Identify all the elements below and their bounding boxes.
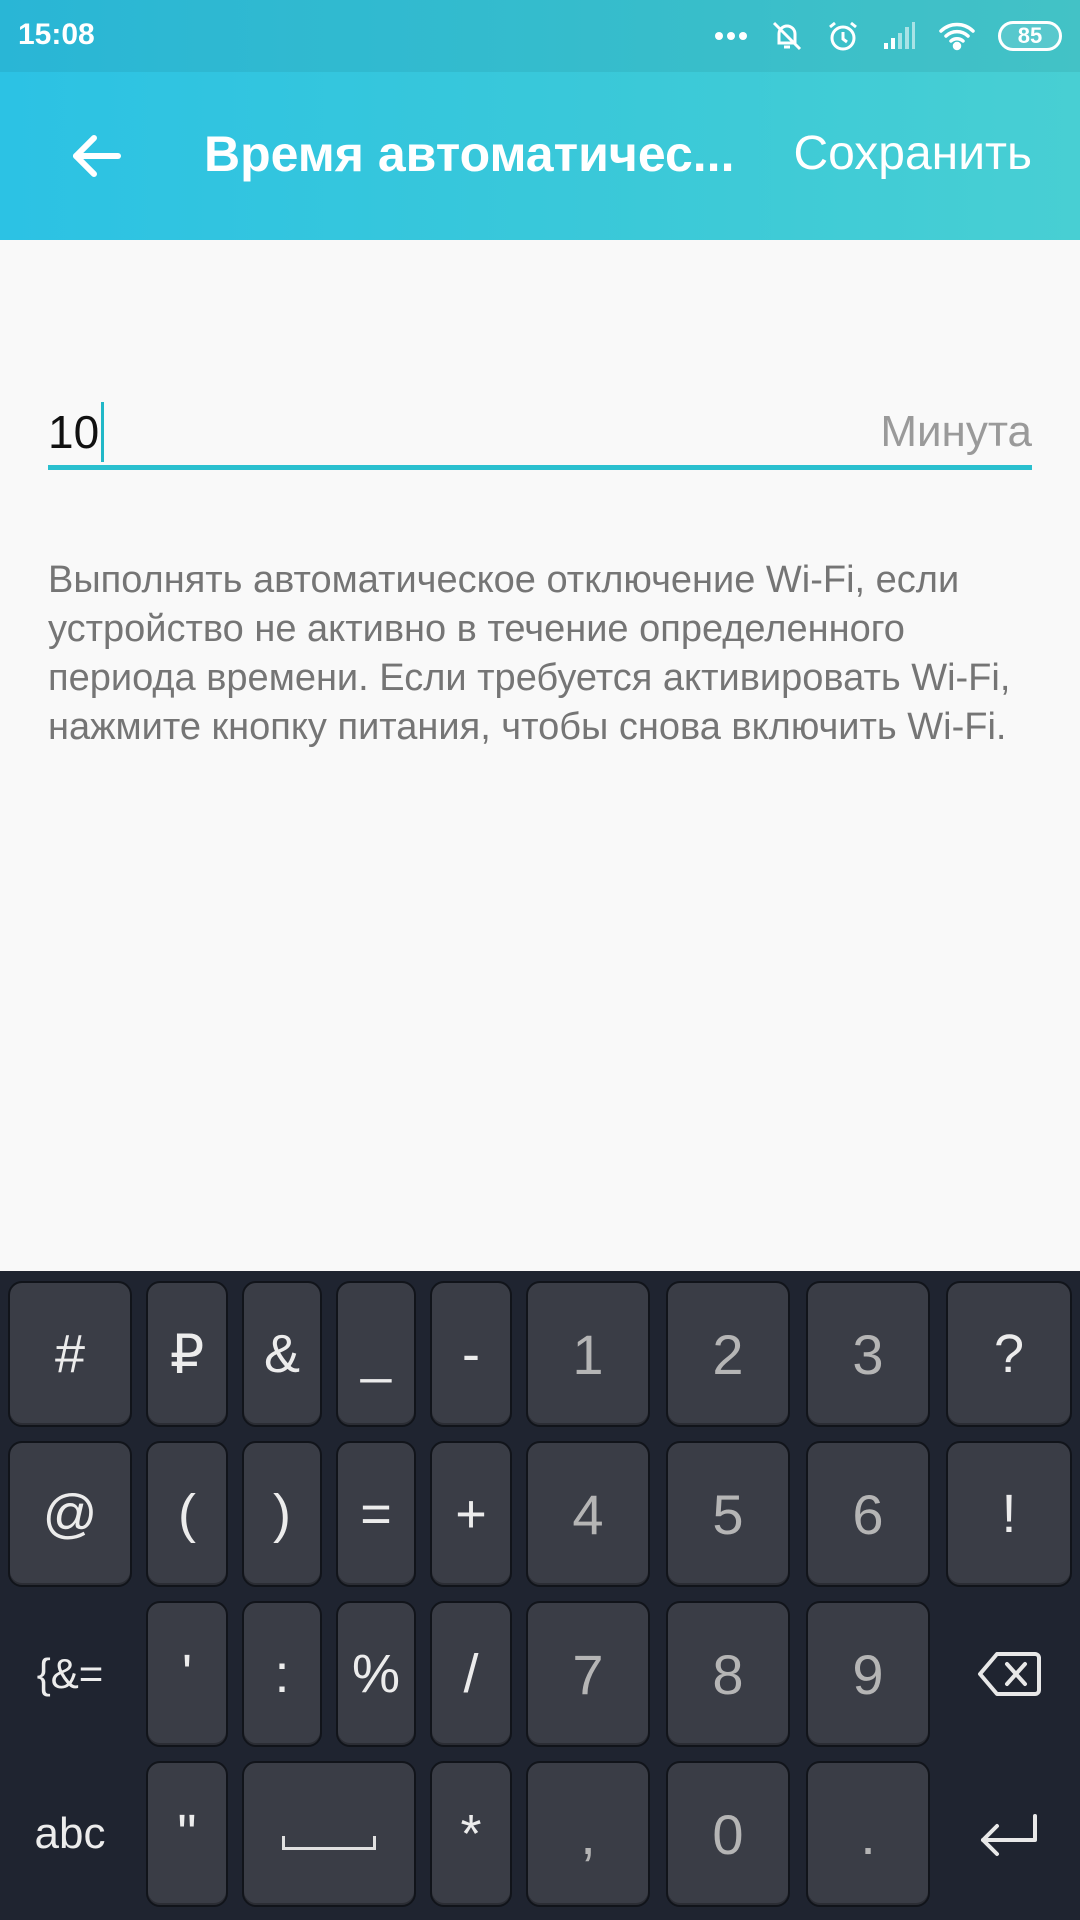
description-text: Выполнять автоматическое отключение Wi-F… <box>48 559 1011 748</box>
app-bar: Время автоматичес... Сохранить <box>0 72 1080 240</box>
key-exclamation[interactable]: ! <box>946 1441 1072 1587</box>
key-more-symbols[interactable]: {&= <box>8 1601 132 1747</box>
header: 15:08 85 Время автоматичес... Сохранить <box>0 0 1080 240</box>
page-title: Время автоматичес... <box>204 126 735 182</box>
key-4[interactable]: 4 <box>526 1441 650 1587</box>
save-button[interactable]: Сохранить <box>793 124 1032 184</box>
key-hash[interactable]: # <box>8 1281 132 1427</box>
key-8[interactable]: 8 <box>666 1601 790 1747</box>
key-question[interactable]: ? <box>946 1281 1072 1427</box>
key-7[interactable]: 7 <box>526 1601 650 1747</box>
key-colon[interactable]: : <box>242 1601 322 1747</box>
symbol-keyboard: # ₽ & _ - 1 2 3 ? @ ( ) = + 4 5 6 ! {&= … <box>0 1271 1080 1920</box>
key-percent[interactable]: % <box>336 1601 416 1747</box>
back-button[interactable] <box>64 124 128 188</box>
key-slash[interactable]: / <box>430 1601 512 1747</box>
text-cursor <box>101 401 105 462</box>
alarm-icon <box>826 19 860 53</box>
minutes-value: 10 <box>48 405 100 458</box>
battery-icon: 85 <box>998 21 1062 51</box>
key-close-paren[interactable]: ) <box>242 1441 322 1587</box>
space-bar-icon <box>282 1836 376 1850</box>
key-0[interactable]: 0 <box>666 1761 790 1907</box>
back-arrow-icon <box>73 135 121 177</box>
minutes-input-field[interactable]: 10 Минута <box>48 398 1032 470</box>
key-plus[interactable]: + <box>430 1441 512 1587</box>
key-at[interactable]: @ <box>8 1441 132 1587</box>
key-3[interactable]: 3 <box>806 1281 930 1427</box>
enter-key[interactable] <box>946 1761 1072 1907</box>
key-open-paren[interactable]: ( <box>146 1441 228 1587</box>
key-2[interactable]: 2 <box>666 1281 790 1427</box>
key-underscore[interactable]: _ <box>336 1281 416 1427</box>
status-icons: 85 <box>714 16 1062 56</box>
status-bar: 15:08 85 <box>0 0 1080 72</box>
key-equals[interactable]: = <box>336 1441 416 1587</box>
key-ruble[interactable]: ₽ <box>146 1281 228 1427</box>
status-time: 15:08 <box>18 18 95 51</box>
key-5[interactable]: 5 <box>666 1441 790 1587</box>
space-key[interactable] <box>242 1761 416 1907</box>
more-dots-icon <box>714 31 748 41</box>
key-minus[interactable]: - <box>430 1281 512 1427</box>
key-asterisk[interactable]: * <box>430 1761 512 1907</box>
backspace-icon <box>978 1652 1041 1696</box>
key-abc[interactable]: abc <box>8 1761 132 1907</box>
key-9[interactable]: 9 <box>806 1601 930 1747</box>
key-double-quote[interactable]: " <box>146 1761 228 1907</box>
cellular-signal-icon <box>882 21 916 51</box>
key-ampersand[interactable]: & <box>242 1281 322 1427</box>
key-comma[interactable]: , <box>526 1761 650 1907</box>
key-period[interactable]: . <box>806 1761 930 1907</box>
notifications-muted-icon <box>770 19 804 53</box>
key-apostrophe[interactable]: ' <box>146 1601 228 1747</box>
minutes-input[interactable]: 10 <box>48 401 105 462</box>
unit-label: Минута <box>880 406 1032 456</box>
backspace-key[interactable] <box>946 1601 1072 1747</box>
enter-icon <box>981 1814 1037 1856</box>
key-6[interactable]: 6 <box>806 1441 930 1587</box>
key-1[interactable]: 1 <box>526 1281 650 1427</box>
wifi-icon <box>938 21 976 51</box>
